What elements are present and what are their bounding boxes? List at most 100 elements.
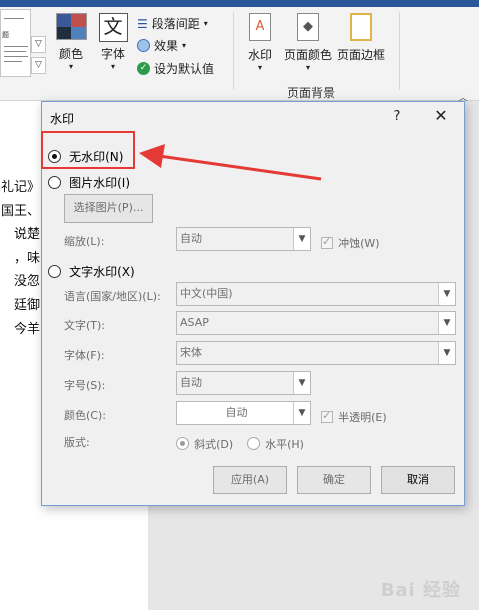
horizontal-label: 水平(H): [265, 438, 304, 451]
colors-button[interactable]: 颜色 ▾: [51, 13, 91, 71]
text-value: ASAP: [180, 316, 209, 329]
language-value: 中文(中国): [180, 287, 233, 300]
document-line: 说楚: [13, 227, 40, 242]
scale-value: 自动: [180, 232, 202, 245]
paragraph-spacing-label: 段落间距: [151, 17, 200, 31]
document-line: 廷御: [13, 298, 40, 313]
color-swatch: [56, 26, 71, 39]
chevron-down-icon: ▾: [305, 63, 310, 72]
chevron-down-icon: ▼: [438, 283, 455, 305]
size-value: 自动: [180, 376, 202, 389]
text-combobox[interactable]: ASAP ▼: [176, 311, 456, 335]
fonts-button[interactable]: 文 字体 ▾: [94, 13, 132, 71]
layout-label: 版式:: [64, 436, 90, 449]
radio-icon: [247, 437, 260, 450]
washout-checkbox[interactable]: 冲蚀(W): [321, 232, 380, 251]
colors-label: 颜色: [58, 47, 83, 61]
fonts-icon: 文: [98, 13, 128, 42]
document-line: 今羊: [13, 322, 40, 337]
color-swatch: [71, 26, 86, 39]
font-select[interactable]: 宋体 ▼: [176, 341, 456, 365]
radio-selected-icon: [176, 437, 189, 450]
text-label: 文字(T):: [64, 319, 106, 332]
paragraph-spacing-icon: ☰: [137, 16, 148, 31]
close-button[interactable]: ✕: [428, 105, 454, 127]
effects-label: 效果: [154, 39, 179, 53]
chevron-down-icon: ▾: [110, 62, 115, 71]
horizontal-option[interactable]: 水平(H): [247, 433, 304, 452]
effects-button[interactable]: 效果 ▾: [137, 35, 186, 56]
gallery-more[interactable]: ▽: [31, 57, 46, 74]
semitransparent-label: 半透明(E): [338, 411, 387, 424]
washout-label: 冲蚀(W): [338, 237, 380, 250]
document-line: 国王、: [0, 204, 40, 219]
picture-watermark-option[interactable]: 图片水印(I): [48, 172, 130, 191]
color-label: 颜色(C):: [64, 409, 106, 422]
color-value: 自动: [225, 406, 248, 419]
watermark-button[interactable]: A 水印 ▾: [243, 13, 277, 72]
apply-button[interactable]: 应用(A): [213, 466, 287, 494]
chevron-down-icon: ▾: [257, 63, 262, 72]
checkbox-icon: [321, 235, 333, 249]
effects-icon: [137, 39, 150, 52]
chevron-down-icon: ▾: [203, 19, 208, 28]
annotation-arrow-icon: [139, 144, 322, 181]
gallery-thumb-text: 题: [2, 31, 9, 39]
document-line: ，味: [13, 251, 40, 266]
help-button[interactable]: ?: [390, 109, 404, 124]
select-picture-button[interactable]: 选择图片(P)...: [64, 194, 153, 223]
chevron-down-icon: ▼: [438, 342, 455, 364]
set-as-default-label: 设为默认值: [154, 62, 215, 76]
watermark-icon: A: [249, 13, 271, 41]
diagonal-label: 斜式(D): [194, 438, 234, 451]
page-borders-button[interactable]: 页面边框: [336, 13, 386, 63]
group-divider: [233, 12, 234, 90]
radio-icon: [48, 176, 61, 189]
chevron-down-icon: ▾: [182, 41, 187, 50]
size-select[interactable]: 自动 ▼: [176, 371, 311, 395]
scale-select[interactable]: 自动 ▼: [176, 227, 311, 251]
annotation-highlight-box: [41, 131, 135, 169]
page-color-button[interactable]: ◆ 页面颜色 ▾: [282, 13, 334, 72]
font-label: 字体(F):: [64, 349, 105, 362]
document-line: 没忽: [13, 274, 40, 289]
fonts-label: 字体: [100, 47, 125, 61]
size-label: 字号(S):: [64, 379, 106, 392]
colors-icon: [55, 13, 87, 40]
language-select[interactable]: 中文(中国) ▼: [176, 282, 456, 306]
text-watermark-label: 文字水印(X): [69, 265, 135, 279]
picture-watermark-label: 图片水印(I): [69, 176, 130, 190]
page-border-label: 页面边框: [336, 48, 385, 62]
font-value: 宋体: [180, 346, 202, 359]
style-set-gallery[interactable]: 题: [0, 9, 31, 77]
chevron-down-icon: ▼: [438, 312, 455, 334]
cancel-button[interactable]: 取消: [381, 466, 455, 494]
group-divider: [399, 12, 400, 90]
text-watermark-option[interactable]: 文字水印(X): [48, 261, 135, 280]
color-select[interactable]: 自动 ▼: [176, 401, 311, 425]
ok-button[interactable]: 确定: [297, 466, 371, 494]
page-color-icon: ◆: [297, 13, 319, 41]
page-background-group-label: 页面背景: [287, 86, 336, 100]
checkmark-icon: ✓: [137, 62, 150, 75]
dialog-title: 水印: [50, 112, 75, 126]
checkbox-icon: [321, 409, 333, 423]
document-line: 礼记》: [0, 180, 40, 195]
language-label: 语言(国家/地区)(L):: [64, 290, 161, 303]
paragraph-spacing-button[interactable]: ☰ 段落间距 ▾: [137, 13, 208, 34]
chevron-down-icon: ▾: [68, 62, 73, 71]
color-swatch: [56, 14, 71, 27]
page-color-label: 页面颜色: [283, 48, 332, 62]
scale-label: 缩放(L):: [64, 235, 105, 248]
chevron-down-icon: ▼: [293, 228, 310, 250]
diagonal-option[interactable]: 斜式(D): [176, 433, 233, 452]
page-border-icon: [350, 13, 372, 41]
chevron-down-icon: ▼: [293, 402, 310, 424]
gallery-scroll-down[interactable]: ▽: [31, 36, 46, 53]
baidu-watermark: Bai 经验: [380, 580, 461, 601]
set-as-default-button[interactable]: ✓ 设为默认值: [137, 58, 214, 79]
color-swatch: [71, 14, 86, 27]
title-bar-strip: [0, 0, 479, 7]
semitransparent-checkbox[interactable]: 半透明(E): [321, 406, 387, 425]
chevron-down-icon: ▼: [293, 372, 310, 394]
